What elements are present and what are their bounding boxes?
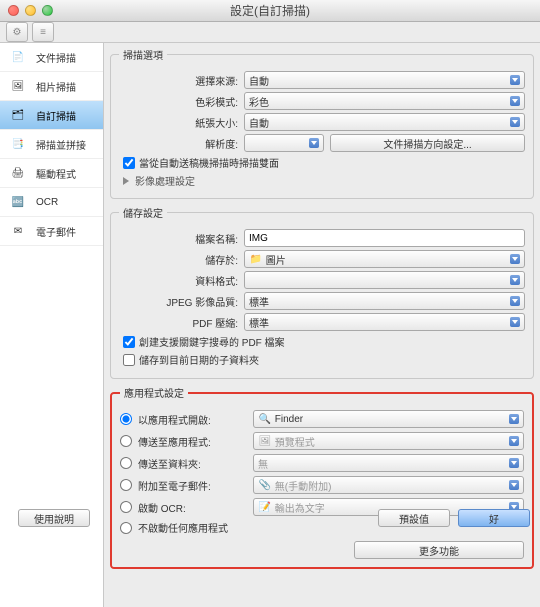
toolbar: ⚙ ≡ bbox=[0, 22, 540, 43]
mail-icon: ✉ bbox=[8, 223, 28, 239]
adf-duplex-input[interactable] bbox=[123, 157, 135, 169]
sidebar-item-label: 電子郵件 bbox=[36, 224, 76, 239]
colormode-select[interactable]: 彩色 bbox=[244, 92, 525, 110]
send-to-app-select[interactable]: 🖼 預覽程式 bbox=[253, 432, 524, 450]
filename-input[interactable] bbox=[244, 229, 525, 247]
document-icon: 📄 bbox=[8, 49, 28, 65]
close-window-button[interactable] bbox=[8, 5, 19, 16]
papersize-select[interactable]: 自動 bbox=[244, 113, 525, 131]
instructions-button[interactable]: 使用說明 bbox=[18, 509, 90, 527]
sidebar-item-label: 自訂掃描 bbox=[36, 108, 76, 123]
application-settings-group: 應用程式設定 以應用程式開啟: 🔍 Finder 傳送至應用程式: 🖼 預覽程式… bbox=[110, 385, 534, 569]
scan-options-group: 掃描選項 選擇來源: 自動 色彩模式: 彩色 紙張大小: 自動 解析度: bbox=[110, 47, 534, 199]
sidebar-item-label: 驅動程式 bbox=[36, 166, 76, 181]
ocr-icon: 🔤 bbox=[8, 194, 28, 210]
open-with-select[interactable]: 🔍 Finder bbox=[253, 410, 524, 428]
savein-select[interactable]: 📁 圖片 bbox=[244, 250, 525, 268]
dialog-footer: 使用說明 預設值 好 bbox=[0, 509, 540, 527]
sidebar-item-document-scan[interactable]: 📄 文件掃描 bbox=[0, 43, 103, 72]
sidebar-item-label: 文件掃描 bbox=[36, 50, 76, 65]
finder-icon: 🔍 bbox=[258, 413, 272, 425]
toolbar-slot-1[interactable]: ⚙ bbox=[6, 22, 28, 42]
image-processing-disclosure[interactable]: 影像處理設定 bbox=[123, 173, 525, 188]
jpeg-label: JPEG 影像品質: bbox=[119, 294, 244, 309]
source-select[interactable]: 自動 bbox=[244, 71, 525, 89]
attach-email-select[interactable]: 📎 無(手動附加) bbox=[253, 476, 524, 494]
window-titlebar: 設定(自訂掃描) bbox=[0, 0, 540, 22]
defaults-button[interactable]: 預設值 bbox=[378, 509, 450, 527]
save-settings-legend: 儲存設定 bbox=[119, 205, 167, 220]
driver-icon: 🖨 bbox=[8, 165, 28, 181]
keyword-pdf-input[interactable] bbox=[123, 336, 135, 348]
format-label: 資料格式: bbox=[119, 273, 244, 288]
resolution-select[interactable] bbox=[244, 134, 324, 152]
resolution-label: 解析度: bbox=[119, 136, 244, 151]
orientation-settings-button[interactable]: 文件掃描方向設定... bbox=[330, 134, 525, 152]
filename-label: 檔案名稱: bbox=[119, 231, 244, 246]
folder-icon: 📁 bbox=[249, 253, 263, 265]
sidebar-item-custom-scan[interactable]: 🗂 自訂掃描 bbox=[0, 101, 103, 130]
more-functions-button[interactable]: 更多功能 bbox=[354, 541, 524, 559]
sidebar-item-label: 掃描並拼接 bbox=[36, 137, 86, 152]
open-with-radio[interactable] bbox=[120, 413, 132, 425]
toolbar-slot-2[interactable]: ≡ bbox=[32, 22, 54, 42]
sidebar-item-label: OCR bbox=[36, 197, 58, 208]
photo-icon: 🖼 bbox=[8, 78, 28, 94]
attach-email-label: 附加至電子郵件: bbox=[138, 478, 253, 493]
custom-icon: 🗂 bbox=[8, 107, 28, 123]
preview-icon: 🖼 bbox=[258, 435, 272, 447]
attach-email-radio[interactable] bbox=[120, 479, 132, 491]
savein-label: 儲存於: bbox=[119, 252, 244, 267]
adf-duplex-checkbox[interactable]: 當從自動送稿機掃描時掃描雙面 bbox=[123, 155, 525, 170]
attachment-icon: 📎 bbox=[258, 479, 272, 491]
date-subfolder-checkbox[interactable]: 儲存到目前日期的子資料夾 bbox=[123, 352, 525, 367]
scan-options-legend: 掃描選項 bbox=[119, 47, 167, 62]
sliders-icon: ≡ bbox=[36, 26, 50, 38]
send-to-app-label: 傳送至應用程式: bbox=[138, 434, 253, 449]
sidebar-item-email[interactable]: ✉ 電子郵件 bbox=[0, 217, 103, 246]
pdf-label: PDF 壓縮: bbox=[119, 315, 244, 330]
send-to-folder-select[interactable]: 無 bbox=[253, 454, 524, 472]
colormode-label: 色彩模式: bbox=[119, 94, 244, 109]
sidebar-item-scan-stitch[interactable]: 📑 掃描並拼接 bbox=[0, 130, 103, 159]
keyword-pdf-checkbox[interactable]: 創建支援關鍵字搜尋的 PDF 檔案 bbox=[123, 334, 525, 349]
settings-tab-icon: ⚙ bbox=[10, 26, 24, 38]
pdf-compression-select[interactable]: 標準 bbox=[244, 313, 525, 331]
send-to-folder-radio[interactable] bbox=[120, 457, 132, 469]
zoom-window-button[interactable] bbox=[42, 5, 53, 16]
sidebar-item-photo-scan[interactable]: 🖼 相片掃描 bbox=[0, 72, 103, 101]
source-label: 選擇來源: bbox=[119, 73, 244, 88]
format-select[interactable] bbox=[244, 271, 525, 289]
open-with-label: 以應用程式開啟: bbox=[138, 412, 253, 427]
window-title: 設定(自訂掃描) bbox=[230, 2, 310, 19]
send-to-folder-label: 傳送至資料夾: bbox=[138, 456, 253, 471]
minimize-window-button[interactable] bbox=[25, 5, 36, 16]
sidebar-item-label: 相片掃描 bbox=[36, 79, 76, 94]
sidebar-item-driver[interactable]: 🖨 驅動程式 bbox=[0, 159, 103, 188]
date-subfolder-input[interactable] bbox=[123, 354, 135, 366]
app-settings-legend: 應用程式設定 bbox=[120, 385, 188, 400]
sidebar-item-ocr[interactable]: 🔤 OCR bbox=[0, 188, 103, 217]
ok-button[interactable]: 好 bbox=[458, 509, 530, 527]
jpeg-quality-select[interactable]: 標準 bbox=[244, 292, 525, 310]
papersize-label: 紙張大小: bbox=[119, 115, 244, 130]
disclosure-triangle-icon bbox=[123, 177, 129, 185]
send-to-app-radio[interactable] bbox=[120, 435, 132, 447]
save-settings-group: 儲存設定 檔案名稱: 儲存於: 📁 圖片 資料格式: JPEG 影像品質: 標準 bbox=[110, 205, 534, 379]
stitch-icon: 📑 bbox=[8, 136, 28, 152]
